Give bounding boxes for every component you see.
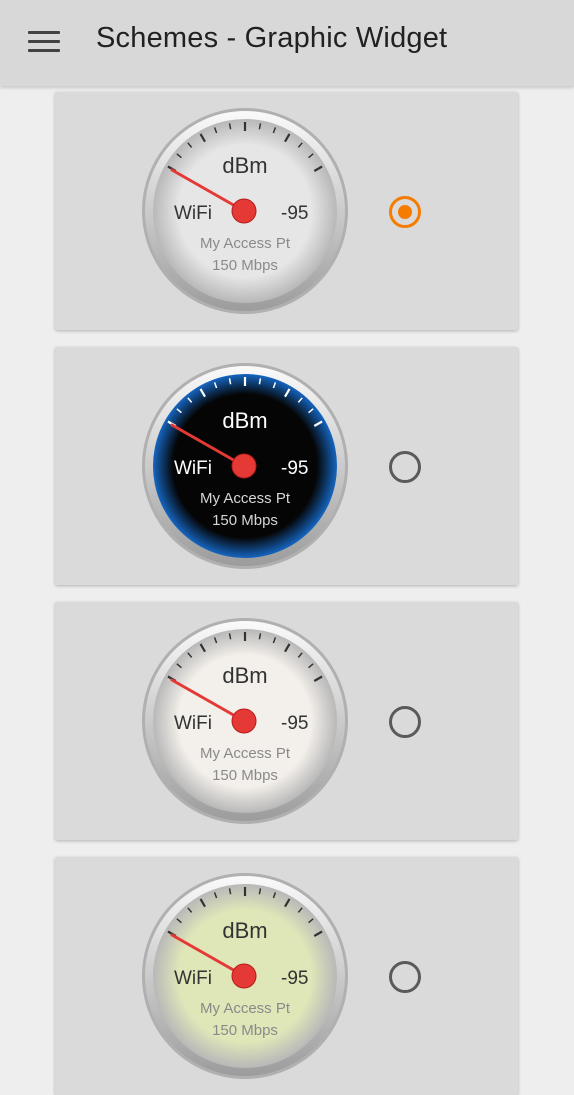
gauge-speed-label: 150 Mbps <box>212 1022 278 1039</box>
scheme-card-2[interactable]: dBm WiFi -95 My Access Pt 150 Mbps <box>55 347 518 585</box>
scheme-list: dBm WiFi -95 My Access Pt 150 Mbps dBm WiFi -9… <box>0 86 574 1095</box>
page-title: Schemes - Graphic Widget <box>96 22 448 54</box>
gauge-network-label: WiFi <box>174 713 212 734</box>
app-bar: Schemes - Graphic Widget <box>0 0 574 86</box>
gauge-hub <box>231 453 257 479</box>
gauge-tick <box>228 123 232 130</box>
gauge-preview: dBm WiFi -95 My Access Pt 150 Mbps <box>141 617 349 825</box>
gauge-tick <box>258 888 262 895</box>
gauge-speed-label: 150 Mbps <box>212 512 278 529</box>
scheme-card-4[interactable]: dBm WiFi -95 My Access Pt 150 Mbps <box>55 857 518 1095</box>
gauge-hub <box>231 708 257 734</box>
gauge-unit-label: dBm <box>222 918 267 943</box>
gauge-tick <box>228 378 232 385</box>
gauge-ssid-label: My Access Pt <box>200 1000 291 1017</box>
gauge-unit-label: dBm <box>222 153 267 178</box>
scheme-radio-2[interactable] <box>389 451 421 483</box>
gauge-unit-label: dBm <box>222 663 267 688</box>
scheme-radio-4[interactable] <box>389 961 421 993</box>
scheme-card-3[interactable]: dBm WiFi -95 My Access Pt 150 Mbps <box>55 602 518 840</box>
gauge-unit-label: dBm <box>222 408 267 433</box>
gauge-network-label: WiFi <box>174 458 212 479</box>
gauge-tick <box>258 378 262 385</box>
scheme-card-1[interactable]: dBm WiFi -95 My Access Pt 150 Mbps <box>55 92 518 330</box>
gauge-preview: dBm WiFi -95 My Access Pt 150 Mbps <box>141 872 349 1080</box>
gauge-hub <box>231 963 257 989</box>
gauge-value-label: -95 <box>281 458 308 479</box>
gauge-preview: dBm WiFi -95 My Access Pt 150 Mbps <box>141 107 349 315</box>
gauge-value-label: -95 <box>281 968 308 989</box>
hamburger-menu-icon[interactable] <box>22 25 66 59</box>
gauge-hub <box>231 198 257 224</box>
gauge-tick <box>258 633 262 640</box>
scheme-radio-3[interactable] <box>389 706 421 738</box>
gauge-tick <box>228 888 232 895</box>
gauge-ssid-label: My Access Pt <box>200 490 291 507</box>
gauge-preview: dBm WiFi -95 My Access Pt 150 Mbps <box>141 362 349 570</box>
gauge-ssid-label: My Access Pt <box>200 235 291 252</box>
gauge-tick <box>258 123 262 130</box>
scheme-radio-1[interactable] <box>389 196 421 228</box>
gauge-ssid-label: My Access Pt <box>200 745 291 762</box>
gauge-tick <box>228 633 232 640</box>
gauge-network-label: WiFi <box>174 968 212 989</box>
gauge-speed-label: 150 Mbps <box>212 257 278 274</box>
gauge-value-label: -95 <box>281 713 308 734</box>
gauge-speed-label: 150 Mbps <box>212 767 278 784</box>
gauge-value-label: -95 <box>281 203 308 224</box>
gauge-network-label: WiFi <box>174 203 212 224</box>
